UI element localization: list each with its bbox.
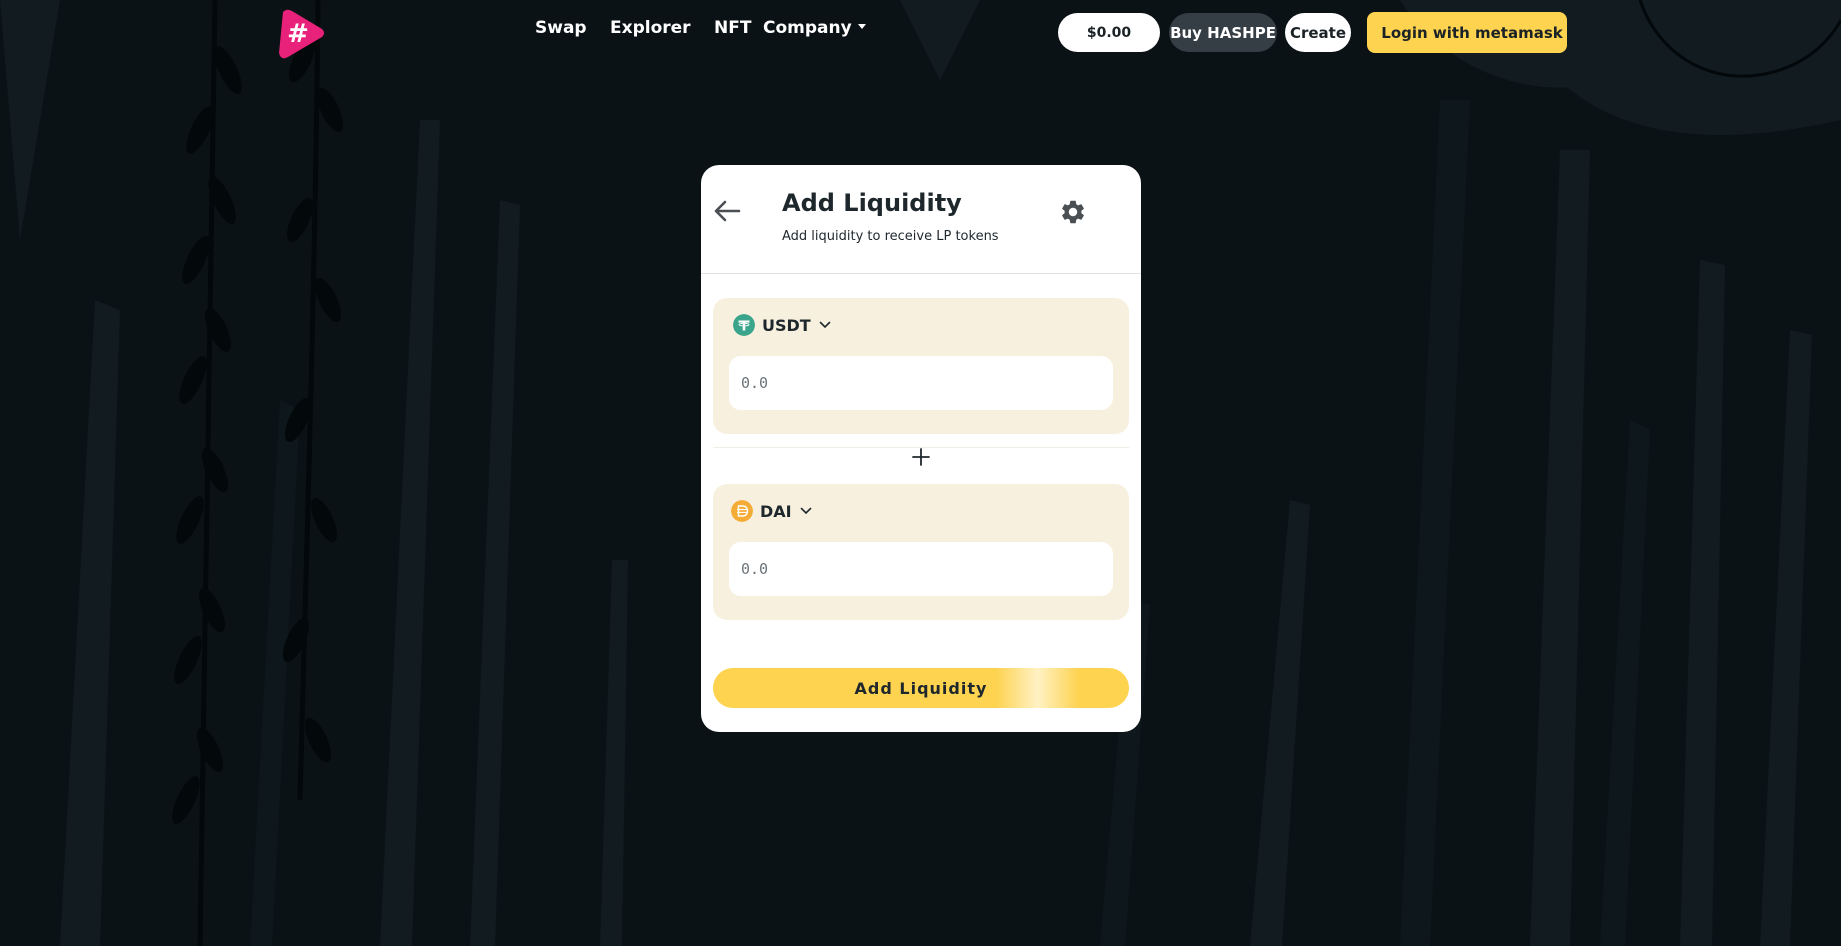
- hashpe-logo[interactable]: #: [273, 6, 327, 60]
- nav-nft[interactable]: NFT: [714, 18, 751, 38]
- gear-icon[interactable]: [1059, 198, 1087, 226]
- token-a-amount-input[interactable]: [729, 356, 1113, 410]
- card-title: Add Liquidity: [782, 189, 962, 217]
- caret-down-icon: [857, 23, 866, 29]
- add-liquidity-card: Add Liquidity Add liquidity to receive L…: [701, 165, 1141, 732]
- nav-company-label: Company: [763, 18, 852, 38]
- tether-icon: [733, 314, 755, 336]
- login-label: Login with metamask: [1381, 23, 1563, 42]
- token-a-selector[interactable]: USDT: [733, 314, 831, 336]
- create-button[interactable]: Create: [1285, 13, 1351, 52]
- chevron-down-icon: [819, 321, 831, 329]
- plus-icon: [912, 448, 930, 466]
- add-liquidity-button[interactable]: Add Liquidity: [713, 668, 1129, 708]
- dai-icon: [731, 500, 753, 522]
- login-metamask-button[interactable]: Login with metamask: [1367, 12, 1567, 53]
- token-a-symbol: USDT: [762, 315, 811, 335]
- card-divider: [701, 273, 1141, 274]
- token-b-symbol: DAI: [760, 501, 792, 521]
- token-b-amount-input[interactable]: [729, 542, 1113, 596]
- nav-swap[interactable]: Swap: [535, 18, 587, 38]
- logo-hash-glyph: #: [287, 19, 309, 49]
- buy-hashpe-button[interactable]: Buy HASHPE: [1169, 13, 1277, 52]
- token-a-panel: USDT: [713, 298, 1129, 434]
- token-b-selector[interactable]: DAI: [731, 500, 812, 522]
- card-subtitle: Add liquidity to receive LP tokens: [782, 229, 999, 244]
- nav-company-dropdown[interactable]: Company: [763, 18, 866, 38]
- nav-explorer[interactable]: Explorer: [610, 18, 691, 38]
- balance-button[interactable]: $0.00: [1058, 13, 1160, 52]
- back-arrow-icon[interactable]: [713, 200, 741, 222]
- chevron-down-icon: [800, 507, 811, 515]
- token-b-panel: DAI: [713, 484, 1129, 620]
